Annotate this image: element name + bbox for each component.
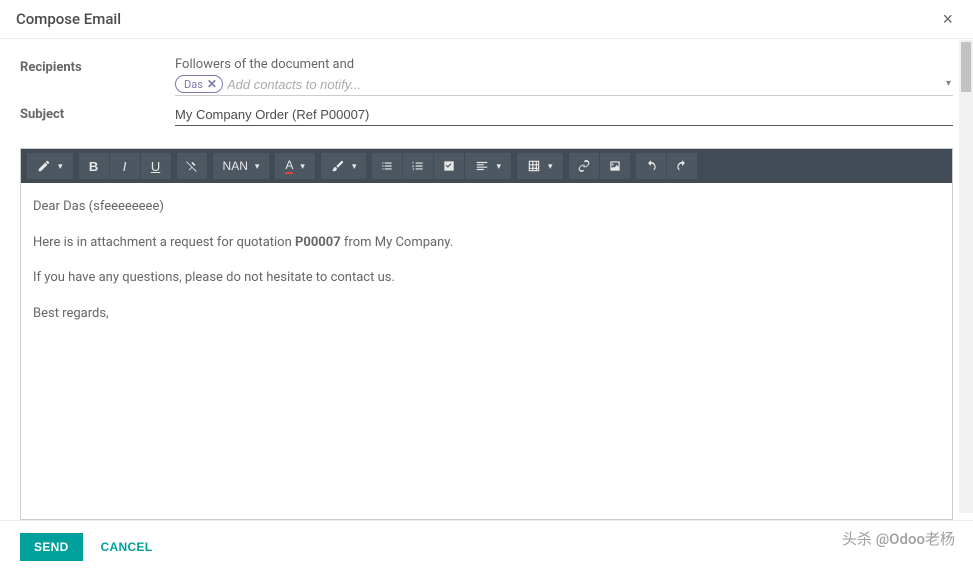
- body-line2: If you have any questions, please do not…: [33, 268, 940, 288]
- bold-button[interactable]: B: [79, 153, 109, 179]
- subject-field: [175, 104, 953, 126]
- modal-title: Compose Email: [16, 10, 121, 28]
- italic-button[interactable]: I: [110, 153, 140, 179]
- modal-body: Recipients Followers of the document and…: [0, 39, 973, 520]
- recipient-tag-label: Das: [184, 78, 203, 91]
- cancel-button[interactable]: CANCEL: [91, 533, 163, 561]
- modal-header: Compose Email ×: [0, 0, 973, 39]
- recipients-row: Recipients Followers of the document and…: [20, 57, 953, 96]
- remove-format-button[interactable]: [177, 153, 207, 179]
- body-line1: Here is in attachment a request for quot…: [33, 233, 940, 253]
- redo-button[interactable]: [667, 153, 697, 179]
- recipients-label: Recipients: [20, 57, 175, 75]
- ul-button[interactable]: [372, 153, 402, 179]
- ol-button[interactable]: [403, 153, 433, 179]
- recipients-field: Followers of the document and Das ✕ ▾: [175, 57, 953, 96]
- table-dropdown[interactable]: ▾: [517, 153, 563, 179]
- compose-email-modal: Compose Email × Recipients Followers of …: [0, 0, 973, 573]
- underline-button[interactable]: U: [141, 153, 171, 179]
- subject-row: Subject: [20, 104, 953, 126]
- remove-tag-icon[interactable]: ✕: [207, 77, 217, 91]
- subject-input[interactable]: [175, 104, 953, 126]
- font-size-dropdown[interactable]: NAN▾: [213, 153, 270, 179]
- body-signoff: Best regards,: [33, 304, 940, 324]
- contacts-dropdown-caret[interactable]: ▾: [946, 78, 951, 89]
- checklist-button[interactable]: [434, 153, 464, 179]
- undo-button[interactable]: [636, 153, 666, 179]
- subject-label: Subject: [20, 104, 175, 122]
- align-dropdown[interactable]: ▾: [465, 153, 511, 179]
- modal-footer: SEND CANCEL: [0, 520, 973, 573]
- font-color-dropdown[interactable]: A▾: [275, 153, 315, 179]
- scrollbar[interactable]: [959, 40, 973, 513]
- followers-text: Followers of the document and: [175, 57, 953, 72]
- recipient-tag[interactable]: Das ✕: [175, 75, 223, 93]
- image-button[interactable]: [600, 153, 630, 179]
- body-greeting: Dear Das (sfeeeeeeee): [33, 197, 940, 217]
- contacts-input-row[interactable]: Das ✕ ▾: [175, 75, 953, 96]
- styles-dropdown[interactable]: ▾: [27, 153, 73, 179]
- close-button[interactable]: ×: [938, 10, 957, 28]
- editor-body[interactable]: Dear Das (sfeeeeeeee) Here is in attachm…: [21, 183, 952, 519]
- link-button[interactable]: [569, 153, 599, 179]
- editor-toolbar: ▾ B I U NAN▾ A▾ ▾: [21, 149, 952, 183]
- contacts-input[interactable]: [227, 76, 953, 93]
- bg-color-dropdown[interactable]: ▾: [321, 153, 367, 179]
- send-button[interactable]: SEND: [20, 533, 83, 561]
- scrollbar-thumb[interactable]: [961, 42, 971, 92]
- editor: ▾ B I U NAN▾ A▾ ▾: [20, 148, 953, 520]
